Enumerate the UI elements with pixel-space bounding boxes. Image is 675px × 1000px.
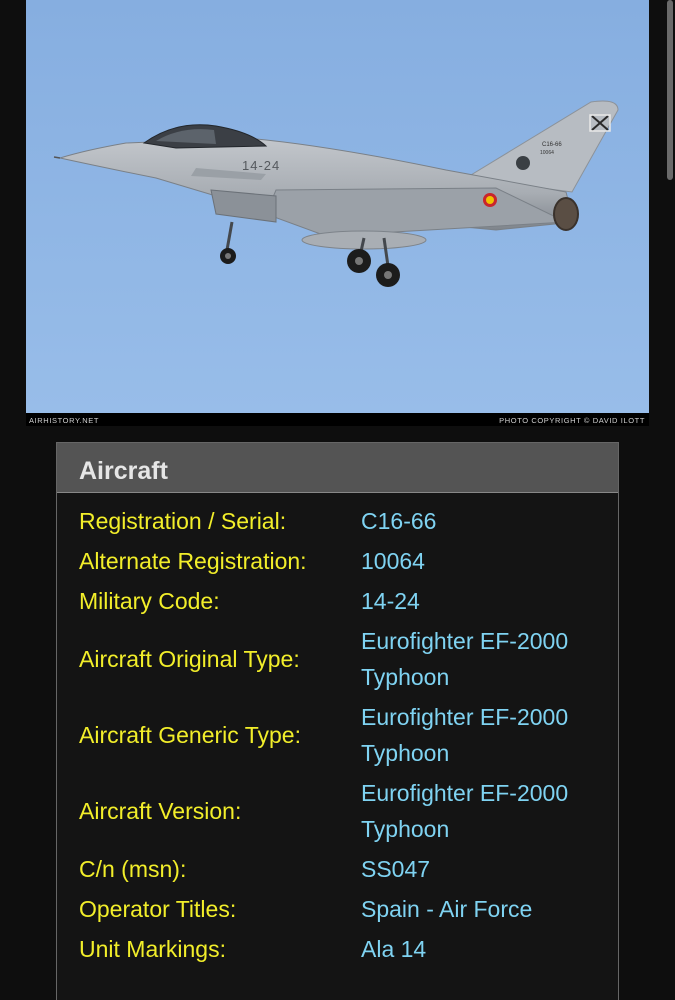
aircraft-photo[interactable]: C16-66 10064 14-24 <box>26 0 649 413</box>
photo-credit-bar: AirHistory.net Photo Copyright © David I… <box>26 413 649 426</box>
aircraft-details-list: Registration / Serial: C16-66 Alternate Re… <box>79 503 609 971</box>
tail-serial-text: 10064 <box>540 150 554 156</box>
detail-value[interactable]: Eurofighter EF-2000 Typhoon <box>361 699 591 771</box>
detail-label: Aircraft Original Type: <box>79 646 300 672</box>
detail-value[interactable]: Ala 14 <box>361 931 591 967</box>
panel-title: Aircraft <box>79 457 168 485</box>
fuselage-code-text: 14-24 <box>242 158 280 173</box>
detail-label: Operator Titles: <box>79 896 237 922</box>
tail-code-text: C16-66 <box>542 142 562 148</box>
detail-value[interactable]: Eurofighter EF-2000 Typhoon <box>361 775 591 847</box>
detail-row: Operator Titles: Spain - Air Force <box>79 891 609 927</box>
detail-label: Aircraft Generic Type: <box>79 722 301 748</box>
aircraft-info-panel: Aircraft Registration / Serial: C16-66 Alt… <box>56 442 619 1000</box>
detail-label: Military Code: <box>79 588 220 614</box>
detail-label: C/n (msn): <box>79 856 187 882</box>
detail-row: Aircraft Original Type: Eurofighter EF-20… <box>79 623 609 695</box>
photographer-credit[interactable]: Photo Copyright © David Ilott <box>499 416 645 425</box>
detail-row: Aircraft Generic Type: Eurofighter EF-200… <box>79 699 609 771</box>
detail-label: Unit Markings: <box>79 936 226 962</box>
detail-label: Registration / Serial: <box>79 508 287 534</box>
detail-row: Aircraft Version: Eurofighter EF-2000 Typ… <box>79 775 609 847</box>
detail-row: Registration / Serial: C16-66 <box>79 503 609 539</box>
panel-header: Aircraft <box>57 443 618 493</box>
detail-value[interactable]: Spain - Air Force <box>361 891 591 927</box>
detail-value[interactable]: 10064 <box>361 543 591 579</box>
detail-value[interactable]: SS047 <box>361 851 591 887</box>
scrollbar-thumb[interactable] <box>667 0 673 180</box>
detail-row: Military Code: 14-24 <box>79 583 609 619</box>
detail-value[interactable]: C16-66 <box>361 503 591 539</box>
detail-label: Alternate Registration: <box>79 548 307 574</box>
detail-value[interactable]: Eurofighter EF-2000 Typhoon <box>361 623 591 695</box>
aircraft-photo-frame: C16-66 10064 14-24 AIRHISTORY.NET PHOTO … <box>26 0 649 426</box>
site-credit[interactable]: AirHistory.net <box>29 416 99 425</box>
detail-label: Aircraft Version: <box>79 798 242 824</box>
detail-row: C/n (msn): SS047 <box>79 851 609 887</box>
detail-row: Alternate Registration: 10064 <box>79 543 609 579</box>
detail-value[interactable]: 14-24 <box>361 583 591 619</box>
page: C16-66 10064 14-24 AIRHISTORY.NET PHOTO … <box>0 0 675 1000</box>
detail-row: Unit Markings: Ala 14 <box>79 931 609 967</box>
